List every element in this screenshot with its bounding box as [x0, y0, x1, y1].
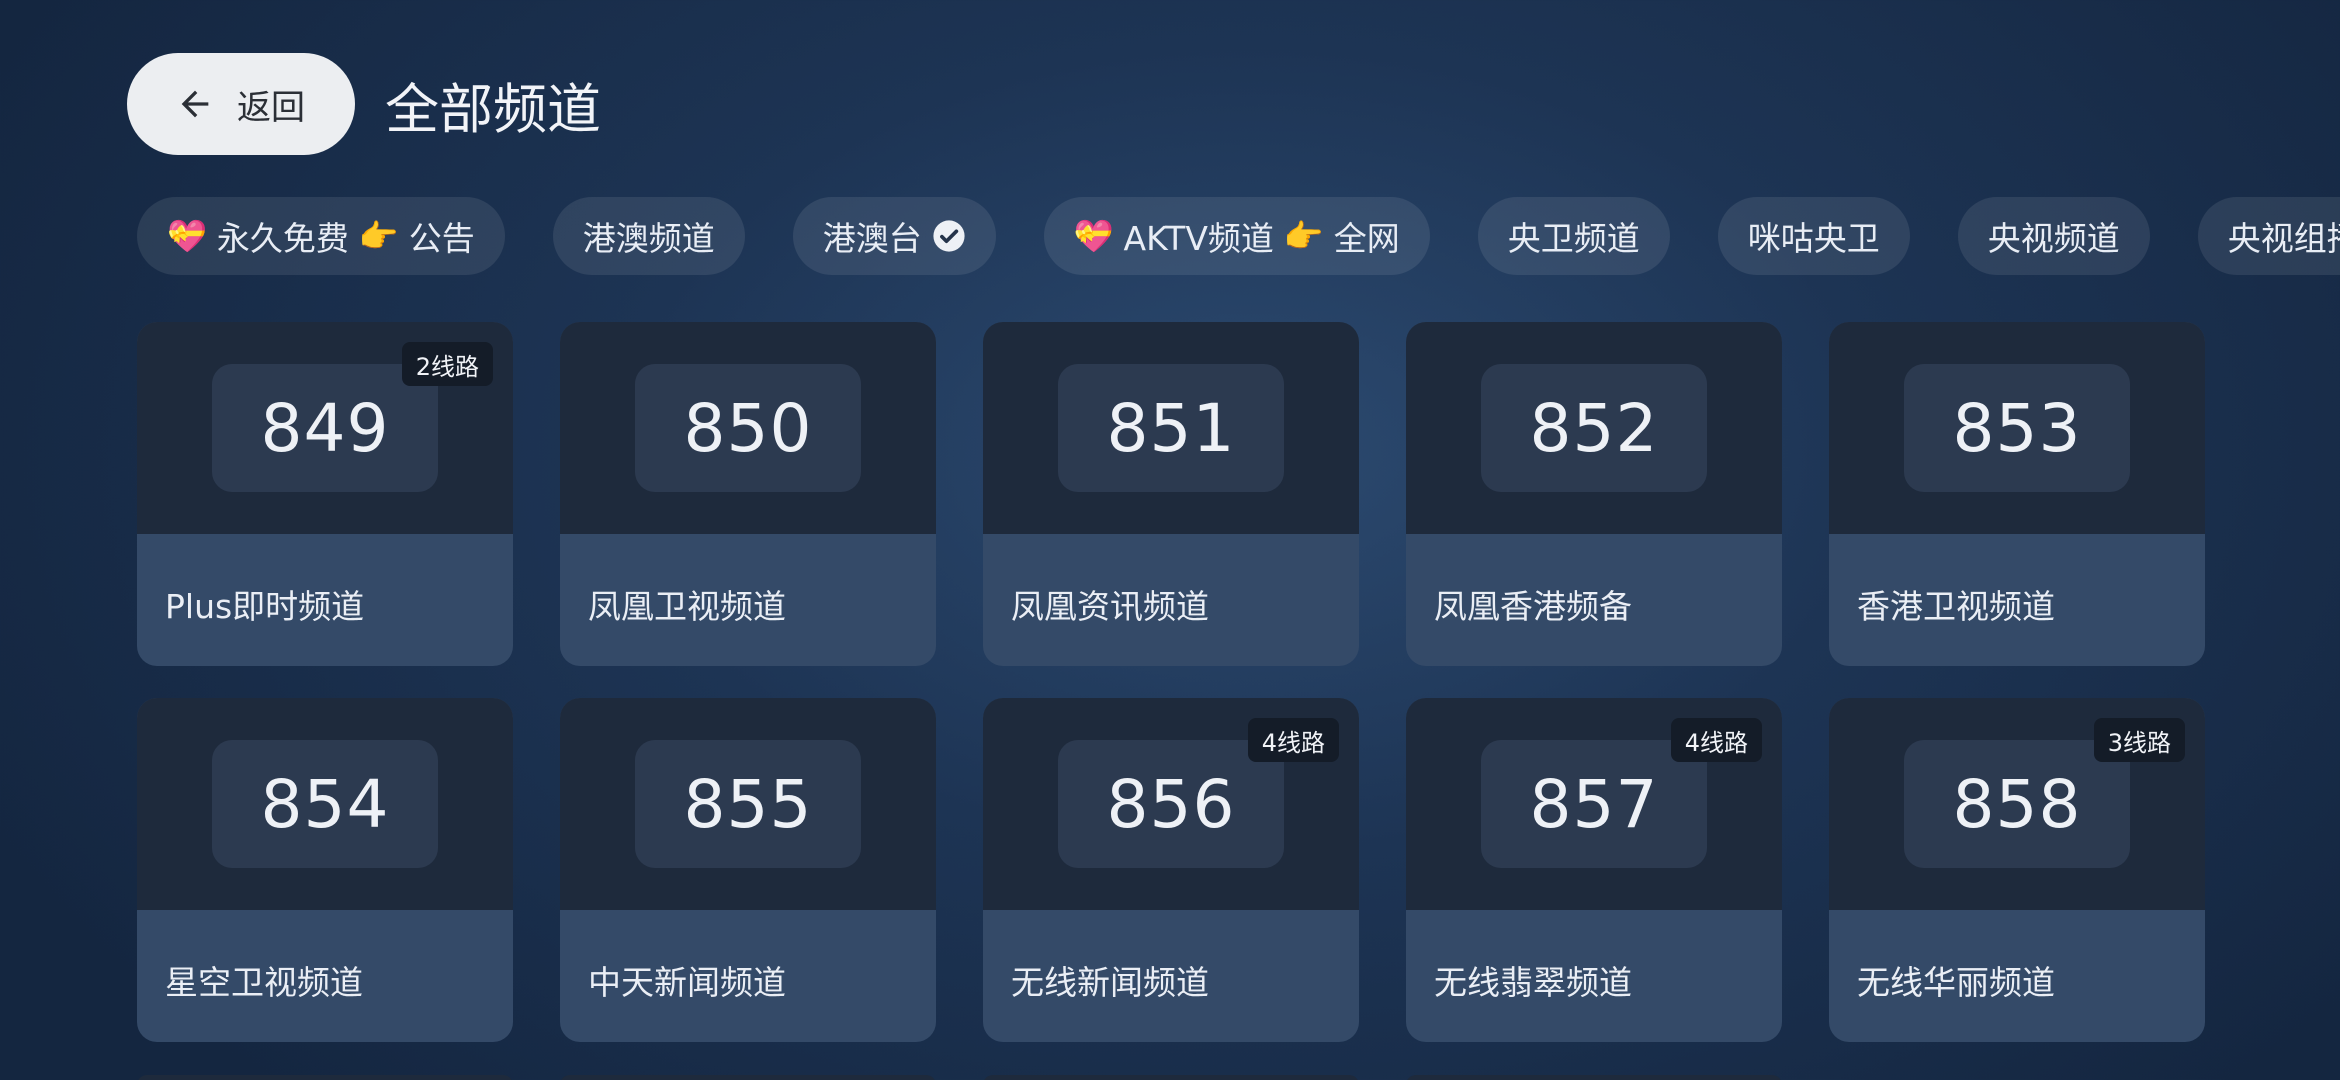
channel-card-partial[interactable]: [560, 1075, 936, 1080]
channel-number: 850: [635, 364, 861, 492]
channel-name: 凤凰香港频备: [1434, 587, 1632, 626]
channel-card[interactable]: 857 4线路 无线翡翠频道: [1406, 698, 1782, 1042]
channel-number: 855: [635, 740, 861, 868]
channel-card[interactable]: 850 凤凰卫视频道: [560, 322, 936, 666]
channel-name: 中天新闻频道: [588, 963, 786, 1002]
pointing-hand-icon: 👉: [1283, 217, 1324, 255]
tab-label: AKTV频道: [1123, 219, 1274, 258]
tab-label: 港澳台: [822, 219, 922, 258]
tab-free-notice[interactable]: 💝 永久免费 👉 公告: [137, 197, 505, 275]
channel-number: 851: [1058, 364, 1284, 492]
channel-card[interactable]: 852 凤凰香港频备: [1406, 322, 1782, 666]
tab-cctv-multicast[interactable]: 央视组播: [2197, 197, 2340, 275]
channel-card[interactable]: 856 4线路 无线新闻频道: [983, 698, 1359, 1042]
channel-card[interactable]: 849 2线路 Plus即时频道: [137, 322, 513, 666]
tab-label: 央卫频道: [1507, 219, 1640, 258]
page-title: 全部频道: [385, 77, 601, 141]
arrow-left-icon: [175, 84, 215, 124]
line-count-badge: 4线路: [1247, 718, 1339, 762]
channel-number: 854: [212, 740, 438, 868]
channel-card-partial[interactable]: [137, 1075, 513, 1080]
tab-label: 咪咕央卫: [1747, 219, 1880, 258]
channel-number: 852: [1481, 364, 1707, 492]
channel-grid: 849 2线路 Plus即时频道 850 凤凰卫视频道 851 凤凰资讯频道 8…: [137, 322, 2205, 1042]
line-count-badge: 4线路: [1670, 718, 1762, 762]
tab-hk-macao-taiwan[interactable]: 港澳台: [792, 197, 996, 275]
category-tabs: 💝 永久免费 👉 公告 港澳频道 港澳台 💝 AKTV频道 👉 全网 央卫频道 …: [137, 197, 2340, 275]
channel-card[interactable]: 854 星空卫视频道: [137, 698, 513, 1042]
channel-name: 无线翡翠频道: [1434, 963, 1632, 1002]
tab-label: 港澳频道: [582, 219, 715, 258]
gift-heart-icon: 💝: [167, 217, 207, 255]
line-count-badge: 2线路: [401, 342, 493, 386]
back-button[interactable]: 返回: [127, 53, 355, 155]
channel-card[interactable]: 851 凤凰资讯频道: [983, 322, 1359, 666]
channel-name: Plus即时频道: [165, 587, 365, 626]
header: 返回 全部频道: [127, 53, 601, 155]
channel-card[interactable]: 855 中天新闻频道: [560, 698, 936, 1042]
tab-label: 永久免费: [216, 219, 349, 258]
tab-label: 央视组播: [2227, 219, 2340, 258]
channel-name: 无线华丽频道: [1857, 963, 2055, 1002]
check-circle-icon: [932, 219, 966, 253]
tab-hk-macao-channels[interactable]: 港澳频道: [552, 197, 745, 275]
channel-name: 星空卫视频道: [165, 963, 363, 1002]
tab-label-suffix: 全网: [1333, 219, 1400, 258]
tab-cctv-channels[interactable]: 央视频道: [1957, 197, 2150, 275]
channel-card[interactable]: 853 香港卫视频道: [1829, 322, 2205, 666]
tab-label-suffix: 公告: [408, 219, 475, 258]
channel-name: 无线新闻频道: [1011, 963, 1209, 1002]
channel-card[interactable]: 858 3线路 无线华丽频道: [1829, 698, 2205, 1042]
tab-label: 央视频道: [1987, 219, 2120, 258]
tab-migu-cctv-satellite[interactable]: 咪咕央卫: [1717, 197, 1910, 275]
gift-heart-icon: 💝: [1073, 217, 1114, 255]
channel-name: 凤凰卫视频道: [588, 587, 786, 626]
tab-aktv-channels[interactable]: 💝 AKTV频道 👉 全网: [1043, 197, 1430, 275]
tab-cctv-satellite[interactable]: 央卫频道: [1477, 197, 1670, 275]
channel-number: 853: [1904, 364, 2130, 492]
channel-name: 凤凰资讯频道: [1011, 587, 1209, 626]
pointing-hand-icon: 👉: [358, 217, 399, 255]
channel-name: 香港卫视频道: [1857, 587, 2055, 626]
channel-card-partial[interactable]: [983, 1075, 1359, 1080]
line-count-badge: 3线路: [2093, 718, 2185, 762]
back-button-label: 返回: [237, 87, 305, 128]
channel-card-partial[interactable]: [1406, 1075, 1782, 1080]
